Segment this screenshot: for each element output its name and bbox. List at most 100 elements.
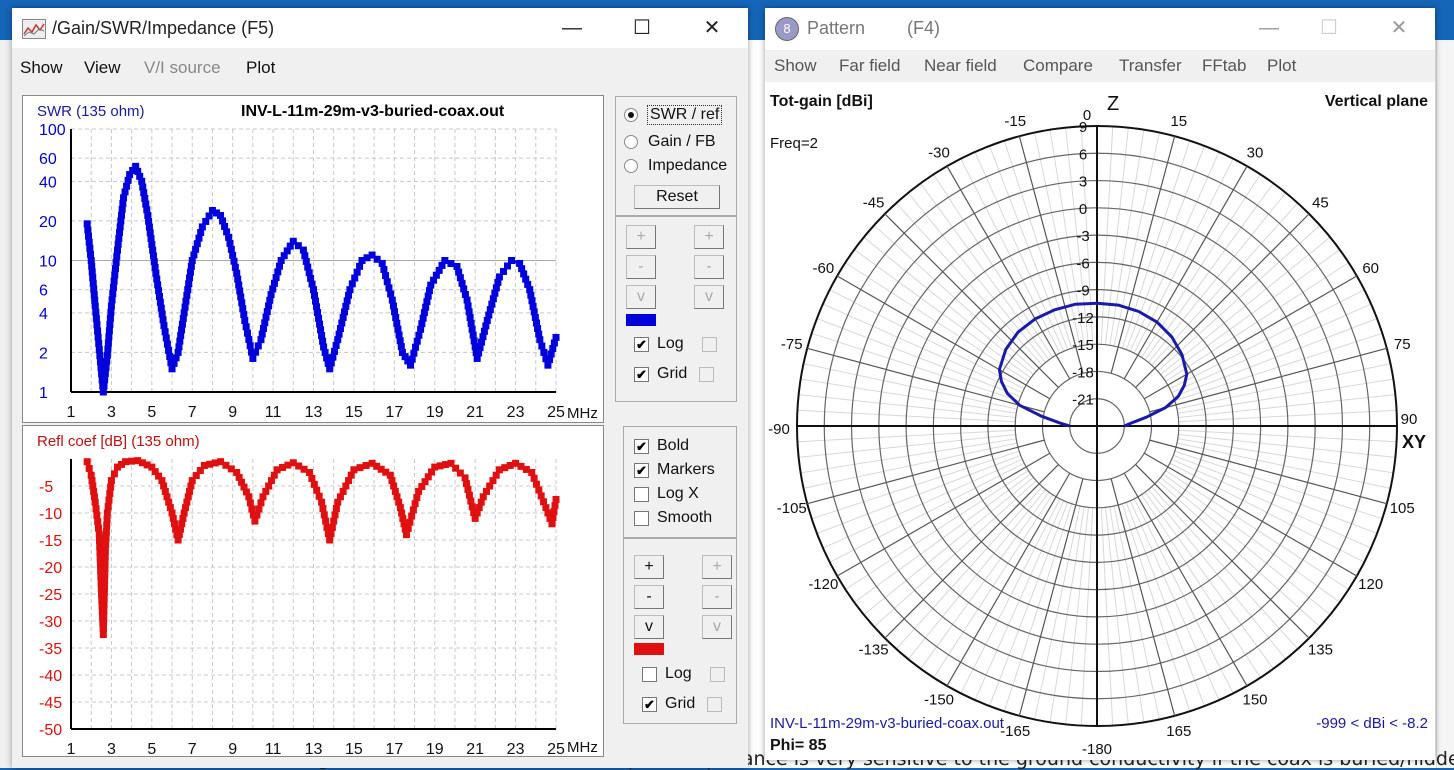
reset-button[interactable]: Reset [634, 185, 720, 209]
radio-button-selected[interactable] [624, 108, 638, 122]
right-axis-minus-button[interactable]: - [702, 585, 732, 609]
menu-transfer[interactable]: Transfer [1119, 56, 1182, 76]
menu-plot[interactable]: Plot [246, 58, 275, 78]
y-tick-label: -25 [39, 587, 62, 604]
title-bar[interactable]: 8 Pattern (F4) — ☐ ✕ [765, 8, 1435, 48]
right-axis-v-button[interactable]: v [702, 615, 732, 639]
window-shortcut: (F4) [907, 18, 940, 38]
title-bar[interactable]: /Gain/SWR/Impedance (F5) — ☐ ✕ [12, 8, 748, 48]
data-marker [100, 613, 108, 621]
close-button[interactable]: ✕ [692, 14, 732, 42]
menu-fftab[interactable]: FFtab [1202, 56, 1246, 76]
data-marker [105, 333, 113, 341]
x-tick-label: 25 [547, 741, 565, 756]
right-axis-plus-button[interactable]: + [702, 555, 732, 579]
data-marker [93, 511, 101, 519]
menu-show[interactable]: Show [20, 58, 63, 78]
radio-impedance[interactable]: Impedance [624, 157, 727, 175]
menu-vi-source[interactable]: V/I source [144, 58, 221, 78]
checkbox[interactable]: ✔ [634, 438, 649, 454]
data-marker [104, 345, 112, 353]
refl-grid-checkbox[interactable]: ✔ Grid [642, 695, 730, 713]
data-marker [548, 520, 556, 528]
markers-checkbox[interactable]: ✔ Markers [634, 461, 715, 479]
bold-checkbox[interactable]: ✔ Bold [634, 437, 689, 455]
data-marker [231, 263, 239, 271]
major-spoke [807, 439, 1045, 505]
angle-label: 135 [1308, 641, 1333, 658]
menu-show[interactable]: Show [774, 56, 817, 76]
logx-checkbox[interactable]: Log X [634, 485, 699, 503]
radio-button[interactable] [624, 159, 638, 173]
menu-bar: Show View V/I source Plot [12, 52, 748, 82]
data-marker [249, 354, 257, 362]
right-grid-checkbox[interactable] [699, 366, 715, 382]
checkbox[interactable]: ✔ [634, 336, 649, 352]
right-grid-checkbox[interactable] [707, 696, 723, 712]
background-scrollbar[interactable] [1436, 40, 1454, 768]
data-marker [330, 517, 338, 525]
smooth-checkbox[interactable]: Smooth [634, 509, 712, 527]
data-marker [101, 577, 109, 585]
right-axis-plus-button[interactable]: + [694, 225, 724, 249]
checkbox[interactable]: ✔ [634, 462, 649, 478]
menu-view[interactable]: View [84, 58, 121, 78]
checkbox[interactable]: ✔ [642, 696, 657, 712]
swr-grid-checkbox[interactable]: ✔ Grid [634, 365, 722, 383]
right-log-checkbox[interactable] [701, 336, 717, 352]
series-line [85, 459, 558, 636]
data-marker [101, 547, 109, 555]
data-marker [86, 244, 94, 252]
checkbox[interactable] [634, 486, 649, 502]
data-marker [103, 351, 111, 359]
x-tick-label: 11 [265, 404, 282, 421]
right-log-checkbox[interactable] [709, 666, 725, 682]
checkbox[interactable] [642, 666, 657, 682]
close-button[interactable]: ✕ [1379, 14, 1419, 42]
x-tick-label: 23 [507, 404, 525, 421]
data-marker [538, 342, 546, 350]
radial-tick-label: -18 [1072, 364, 1094, 381]
checkbox[interactable]: ✔ [634, 366, 649, 382]
background-left-strip [0, 40, 12, 768]
menu-compare[interactable]: Compare [1023, 56, 1093, 76]
radio-label: SWR / ref [646, 105, 723, 125]
maximize-button[interactable]: ☐ [1309, 14, 1349, 42]
data-marker [327, 530, 335, 538]
left-axis-plus-button[interactable]: + [634, 555, 664, 579]
menu-far-field[interactable]: Far field [839, 56, 900, 76]
left-axis-minus-button[interactable]: - [634, 585, 664, 609]
phi-label: Phi= 85 [770, 737, 827, 754]
menu-plot[interactable]: Plot [1267, 56, 1296, 76]
maximize-button[interactable]: ☐ [622, 14, 662, 42]
minimize-button[interactable]: — [1249, 14, 1289, 42]
swr-color-swatch[interactable] [626, 314, 656, 326]
left-axis-v-button[interactable]: v [626, 285, 656, 309]
data-marker [106, 321, 114, 329]
radial-tick-label: 6 [1079, 146, 1087, 163]
refl-log-checkbox[interactable]: Log [642, 665, 733, 683]
swr-plot-panel: 1 3 5 7 9 11 13 15 17 19 21 23 25 1 2 4 6 10 20 40 60 100 SWR… [22, 95, 604, 423]
refl-color-swatch[interactable] [634, 643, 664, 655]
radio-button[interactable] [624, 135, 638, 149]
data-marker [111, 265, 119, 273]
radio-swr-ref[interactable]: SWR / ref [624, 105, 723, 125]
swr-log-checkbox[interactable]: ✔ Log [634, 335, 725, 353]
right-axis-v-button[interactable]: v [694, 285, 724, 309]
radial-tick-label: -6 [1076, 255, 1089, 272]
left-axis-minus-button[interactable]: - [626, 255, 656, 279]
right-axis-minus-button[interactable]: - [694, 255, 724, 279]
data-marker [103, 509, 111, 517]
left-axis-plus-button[interactable]: + [626, 225, 656, 249]
checkbox[interactable] [634, 510, 649, 526]
chart-app-icon [22, 19, 46, 39]
major-spoke [1123, 472, 1248, 687]
data-marker [383, 278, 391, 286]
y-tick-label: -15 [39, 533, 62, 550]
data-marker [413, 337, 421, 345]
left-axis-v-button[interactable]: v [634, 615, 664, 639]
menu-near-field[interactable]: Near field [924, 56, 997, 76]
data-marker [243, 329, 251, 337]
radio-gain-fb[interactable]: Gain / FB [624, 133, 716, 151]
minimize-button[interactable]: — [552, 14, 592, 42]
